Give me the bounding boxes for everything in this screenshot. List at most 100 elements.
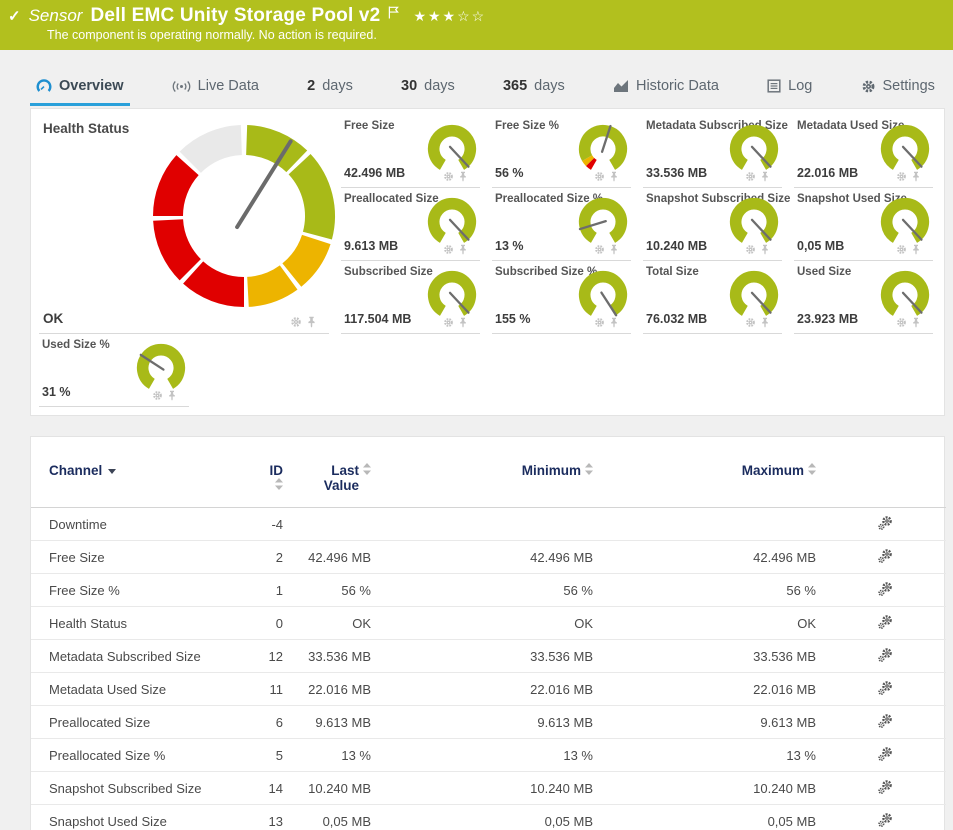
edit-channel-gears-icon[interactable] bbox=[877, 548, 893, 564]
priority-stars[interactable]: ★★★☆☆ bbox=[413, 8, 486, 25]
column-label: Channel bbox=[49, 463, 102, 478]
column-header-last-value[interactable]: Last Value bbox=[291, 457, 379, 508]
column-header-minimum[interactable]: Minimum bbox=[379, 457, 601, 508]
gear-icon[interactable] bbox=[594, 171, 605, 182]
cell-id: 1 bbox=[251, 574, 291, 607]
pin-icon[interactable] bbox=[609, 317, 619, 328]
pin-icon[interactable] bbox=[760, 244, 770, 255]
channel-gauge-value: 33.536 MB bbox=[646, 166, 707, 180]
gear-icon[interactable] bbox=[443, 171, 454, 182]
edit-channel-gears-icon[interactable] bbox=[877, 746, 893, 762]
table-row: Free Size % 1 56 % 56 % 56 % bbox=[31, 574, 946, 607]
channel-gauge-tile: Used Size 23.923 MB bbox=[794, 261, 933, 334]
page-title: Dell EMC Unity Storage Pool v2 bbox=[90, 5, 380, 27]
edit-channel-gears-icon[interactable] bbox=[877, 581, 893, 597]
tab-label: Settings bbox=[883, 78, 935, 94]
radial-gauge bbox=[576, 122, 630, 176]
channel-gauge-tile: Subscribed Size 117.504 MB bbox=[341, 261, 480, 334]
gear-icon[interactable] bbox=[443, 317, 454, 328]
pin-icon[interactable] bbox=[458, 244, 468, 255]
gear-icon[interactable] bbox=[152, 390, 163, 401]
cell-id: 6 bbox=[251, 706, 291, 739]
channel-gauge-tile: Snapshot Used Size 0,05 MB bbox=[794, 188, 933, 261]
log-list-icon bbox=[767, 79, 781, 93]
pin-icon[interactable] bbox=[306, 316, 317, 328]
tab-number: 30 bbox=[401, 78, 417, 94]
pin-icon[interactable] bbox=[911, 244, 921, 255]
channel-gauge-label: Free Size bbox=[344, 120, 395, 132]
column-header-maximum[interactable]: Maximum bbox=[601, 457, 824, 508]
pin-icon[interactable] bbox=[760, 171, 770, 182]
edit-channel-gears-icon[interactable] bbox=[877, 614, 893, 630]
pin-icon[interactable] bbox=[167, 390, 177, 401]
tab-log[interactable]: Log bbox=[761, 78, 818, 106]
tab-label: Live Data bbox=[198, 78, 259, 94]
channel-gauge-tile: Total Size 76.032 MB bbox=[643, 261, 782, 334]
gear-icon[interactable] bbox=[443, 244, 454, 255]
cell-maximum: 22.016 MB bbox=[601, 673, 824, 706]
gear-icon[interactable] bbox=[745, 317, 756, 328]
cell-last-value: 56 % bbox=[291, 574, 379, 607]
tab-number: 365 bbox=[503, 78, 527, 94]
column-label: Minimum bbox=[522, 463, 581, 478]
flag-icon[interactable] bbox=[388, 6, 399, 19]
channel-gauge-tile: Used Size % 31 % bbox=[39, 334, 189, 407]
cell-id: 14 bbox=[251, 772, 291, 805]
channel-gauge-tile: Preallocated Size 9.613 MB bbox=[341, 188, 480, 261]
pin-icon[interactable] bbox=[609, 244, 619, 255]
overview-gauges-panel: Health Status OK Free Size bbox=[30, 108, 945, 416]
sort-updown-icon bbox=[585, 463, 593, 475]
tab-30-days[interactable]: 30 days bbox=[395, 78, 461, 106]
edit-channel-gears-icon[interactable] bbox=[877, 680, 893, 696]
pin-icon[interactable] bbox=[458, 317, 468, 328]
cell-last-value: 13 % bbox=[291, 739, 379, 772]
sort-down-icon bbox=[108, 469, 116, 474]
cell-last-value bbox=[291, 508, 379, 541]
cell-channel: Snapshot Used Size bbox=[31, 805, 251, 830]
pin-icon[interactable] bbox=[760, 317, 770, 328]
pin-icon[interactable] bbox=[911, 317, 921, 328]
broadcast-icon bbox=[172, 80, 191, 93]
column-header-id[interactable]: ID bbox=[251, 457, 291, 508]
gear-icon[interactable] bbox=[594, 317, 605, 328]
gear-icon[interactable] bbox=[594, 244, 605, 255]
edit-channel-gears-icon[interactable] bbox=[877, 515, 893, 531]
table-row: Free Size 2 42.496 MB 42.496 MB 42.496 M… bbox=[31, 541, 946, 574]
radial-gauge bbox=[727, 195, 781, 249]
tab-label: Log bbox=[788, 78, 812, 94]
tab-live-data[interactable]: Live Data bbox=[166, 78, 265, 106]
tab-2-days[interactable]: 2 days bbox=[301, 78, 359, 106]
gear-icon[interactable] bbox=[896, 317, 907, 328]
radial-gauge bbox=[134, 341, 188, 395]
gear-icon[interactable] bbox=[290, 316, 302, 328]
tab-label: days bbox=[424, 78, 455, 94]
table-row: Health Status 0 OK OK OK bbox=[31, 607, 946, 640]
edit-channel-gears-icon[interactable] bbox=[877, 812, 893, 828]
gear-icon[interactable] bbox=[896, 171, 907, 182]
pin-icon[interactable] bbox=[609, 171, 619, 182]
channel-gauge-tile: Subscribed Size % 155 % bbox=[492, 261, 631, 334]
cell-last-value: 10.240 MB bbox=[291, 772, 379, 805]
gear-icon[interactable] bbox=[896, 244, 907, 255]
tab-overview[interactable]: Overview bbox=[30, 78, 130, 106]
column-header-channel[interactable]: Channel bbox=[31, 457, 251, 508]
tab-365-days[interactable]: 365 days bbox=[497, 78, 571, 106]
tab-historic-data[interactable]: Historic Data bbox=[607, 78, 725, 106]
channel-table-panel: Channel ID Last Value Minimum Maximum Do… bbox=[30, 436, 945, 830]
cell-last-value: OK bbox=[291, 607, 379, 640]
channel-gauge-tile: Metadata Used Size 22.016 MB bbox=[794, 115, 933, 188]
tab-settings[interactable]: Settings bbox=[855, 78, 941, 106]
channel-gauge-value: 117.504 MB bbox=[344, 312, 411, 326]
gear-icon[interactable] bbox=[745, 244, 756, 255]
pin-icon[interactable] bbox=[911, 171, 921, 182]
channel-gauge-value: 23.923 MB bbox=[797, 312, 858, 326]
channel-gauge-value: 42.496 MB bbox=[344, 166, 405, 180]
cell-id: 12 bbox=[251, 640, 291, 673]
gear-icon[interactable] bbox=[745, 171, 756, 182]
edit-channel-gears-icon[interactable] bbox=[877, 713, 893, 729]
channel-gauge-value: 31 % bbox=[42, 385, 71, 399]
pin-icon[interactable] bbox=[458, 171, 468, 182]
edit-channel-gears-icon[interactable] bbox=[877, 647, 893, 663]
edit-channel-gears-icon[interactable] bbox=[877, 779, 893, 795]
tab-label: Overview bbox=[59, 78, 124, 94]
